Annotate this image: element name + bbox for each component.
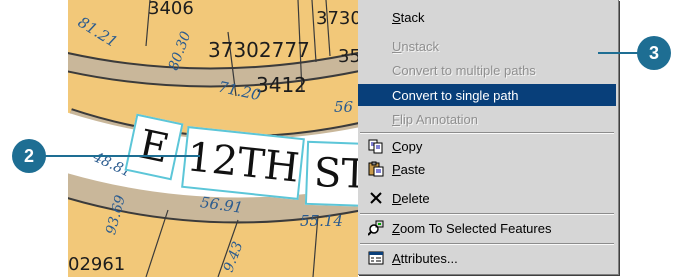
context-menu: Stack Unstack Convert to multiple paths … bbox=[358, 0, 619, 275]
annotation-word: E bbox=[134, 121, 174, 173]
menu-item-mnemonic: U bbox=[392, 38, 402, 54]
paste-icon bbox=[368, 161, 384, 177]
menu-item-mnemonic: Z bbox=[392, 220, 400, 236]
menu-separator bbox=[360, 213, 614, 215]
menu-item-label: Convert to multiple paths bbox=[392, 62, 536, 78]
menu-item-stack[interactable]: Stack bbox=[358, 6, 616, 28]
parcel-number: 3730 bbox=[316, 8, 358, 29]
delete-icon bbox=[370, 192, 382, 204]
menu-item-mnemonic: C bbox=[392, 138, 402, 154]
dimension-label: 55.14 bbox=[300, 212, 343, 230]
menu-item-mnemonic: A bbox=[392, 250, 401, 266]
menu-item-label: opy bbox=[401, 138, 423, 154]
annotation-word-box[interactable]: 12TH bbox=[181, 126, 305, 200]
callout-leader-line bbox=[598, 52, 638, 54]
menu-item-label: ttributes... bbox=[400, 250, 458, 266]
menu-item-unstack[interactable]: Unstack bbox=[358, 35, 616, 57]
menu-item-flip-annotation[interactable]: Flip Annotation bbox=[358, 108, 616, 130]
menu-item-label: oom To Selected Features bbox=[399, 220, 552, 236]
menu-item-zoom-to-selected[interactable]: Zoom To Selected Features bbox=[358, 217, 616, 239]
menu-item-attributes[interactable]: Attributes... bbox=[358, 247, 616, 269]
parcel-number: 02961 bbox=[68, 254, 126, 275]
menu-item-label: elete bbox=[401, 190, 430, 206]
map-view[interactable]: 3406 3730 37302777 3412 35 02961 81.21 8… bbox=[68, 0, 358, 277]
dimension-label: 56 bbox=[334, 98, 354, 116]
parcel-number: 35 bbox=[338, 46, 358, 67]
menu-item-mnemonic: P bbox=[392, 161, 401, 177]
menu-item-label: lip Annotation bbox=[399, 111, 479, 127]
menu-item-label: aste bbox=[400, 161, 426, 177]
menu-item-convert-multiple-paths[interactable]: Convert to multiple paths bbox=[358, 59, 616, 81]
callout-leader-line bbox=[40, 155, 200, 157]
parcel-number: 3406 bbox=[148, 0, 194, 19]
copy-icon bbox=[368, 139, 383, 154]
parcel-number: 37302777 bbox=[208, 38, 310, 62]
annotation-word: ST bbox=[313, 150, 358, 198]
attributes-icon bbox=[368, 251, 384, 265]
annotation-word-box[interactable]: ST bbox=[304, 140, 358, 208]
menu-separator bbox=[360, 243, 614, 245]
menu-item-label: nstack bbox=[401, 38, 439, 54]
menu-item-label: Convert to single path bbox=[392, 87, 519, 103]
menu-item-mnemonic: D bbox=[392, 190, 402, 206]
menu-item-mnemonic: F bbox=[392, 111, 400, 127]
annotation-word: 12TH bbox=[184, 134, 302, 192]
menu-item-convert-single-path[interactable]: Convert to single path bbox=[358, 84, 616, 106]
menu-item-mnemonic: S bbox=[392, 9, 401, 25]
menu-item-delete[interactable]: Delete bbox=[358, 187, 616, 209]
zoom-to-selected-icon bbox=[368, 220, 384, 236]
menu-item-paste[interactable]: Paste bbox=[358, 158, 616, 180]
callout-marker: 2 bbox=[12, 139, 46, 173]
parcel-number: 3412 bbox=[256, 73, 307, 97]
menu-item-copy[interactable]: Copy bbox=[358, 135, 616, 157]
menu-item-label: tack bbox=[400, 9, 425, 25]
menu-separator bbox=[360, 132, 614, 134]
callout-marker: 3 bbox=[637, 36, 671, 70]
